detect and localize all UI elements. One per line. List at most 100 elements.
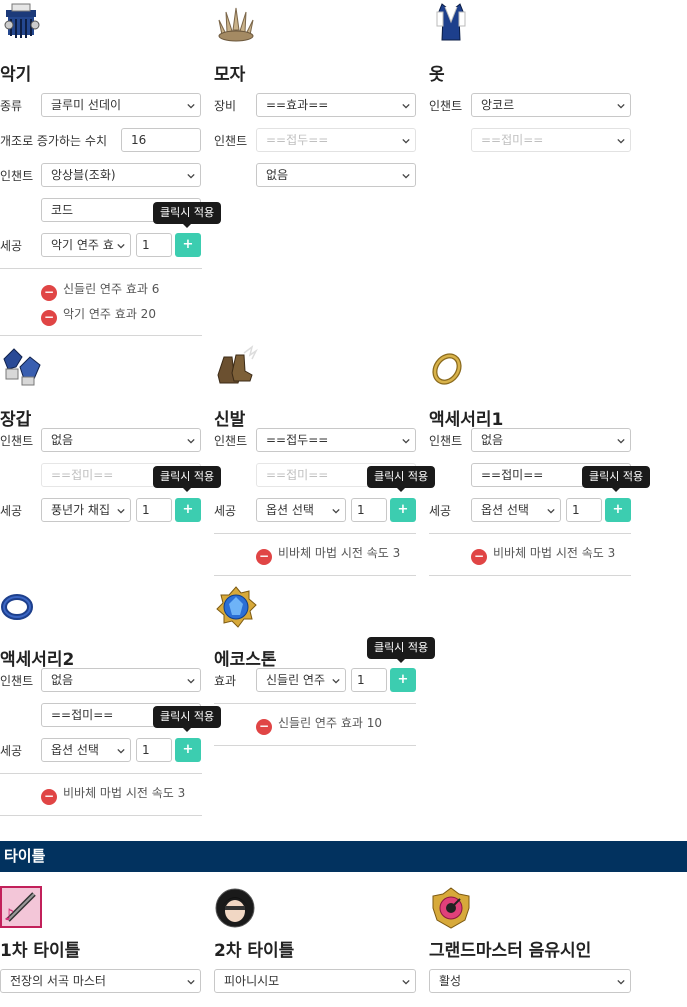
effect-item: − 신들린 연주 효과 6 <box>41 280 159 301</box>
apply-tooltip: 클릭시 적용 <box>582 466 651 492</box>
accessory2-craft-label: 세공 <box>0 744 23 758</box>
hat-enchant-select[interactable]: ==접두== <box>256 128 416 152</box>
apply-tooltip: 클릭시 적용 <box>153 466 222 492</box>
first-title-select[interactable]: 전장의 서곡 마스터 <box>0 969 201 993</box>
remove-effect-button[interactable]: − <box>41 310 57 326</box>
gloves-enchant-select[interactable]: 없음 <box>41 428 201 452</box>
instrument-craft-label: 세공 <box>0 239 23 253</box>
accessory2-enchant-select[interactable]: 없음 <box>41 668 201 692</box>
gloves-craft-value: 풍년가 채집 <box>51 503 111 517</box>
remove-effect-button[interactable]: − <box>256 719 272 735</box>
clothes-title: 옷 <box>429 65 445 85</box>
instrument-enchant-label: 인챈트 <box>0 169 34 183</box>
effect-item: − 악기 연주 효과 20 <box>41 305 156 326</box>
accessory1-add-button[interactable]: + <box>605 498 631 522</box>
chevron-down-icon <box>187 102 195 110</box>
divider <box>214 745 416 746</box>
grandmaster-medal-icon <box>429 886 473 930</box>
second-title-select[interactable]: 피아니시모 <box>214 969 416 993</box>
hat-extra-select[interactable]: 없음 <box>256 163 416 187</box>
accessory1-slot: 액세서리1 인챈트 없음 ==접미== 클릭시 적용 세공 옵션 선택 1 + … <box>429 345 651 580</box>
instrument-type-label: 종류 <box>0 99 23 113</box>
effect-text: 비바체 마법 시전 속도 3 <box>493 546 616 560</box>
divider <box>214 575 416 576</box>
titles-section-header: 타이틀 <box>0 841 687 872</box>
accessory2-add-button[interactable]: + <box>175 738 201 762</box>
chevron-down-icon <box>402 102 410 110</box>
divider <box>214 703 416 704</box>
gloves-craft-qty[interactable]: 1 <box>136 498 172 522</box>
first-title-label: 1차 타이틀 <box>0 941 81 961</box>
shoes-craft-qty[interactable]: 1 <box>351 498 387 522</box>
shoes-slot: 신발 인챈트 ==접두== ==접미== 클릭시 적용 세공 옵션 선택 1 +… <box>214 345 436 580</box>
title-badge-icon: ♪ <box>0 886 44 930</box>
remove-effect-button[interactable]: − <box>471 549 487 565</box>
accessory2-craft-value: 옵션 선택 <box>51 743 99 757</box>
instrument-craft-qty[interactable]: 1 <box>136 233 172 257</box>
character-portrait-icon <box>214 886 258 930</box>
instrument-type-select[interactable]: 글루미 선데이 <box>41 93 201 117</box>
echostone-slot: 에코스톤 클릭시 적용 효과 신들린 연주 1 + − 신들린 연주 효과 10 <box>214 585 436 750</box>
gloves-add-button[interactable]: + <box>175 498 201 522</box>
echostone-title: 에코스톤 <box>214 650 277 670</box>
gloves-craft-select[interactable]: 풍년가 채집 <box>41 498 131 522</box>
gloves-slot: 장갑 인챈트 없음 ==접미== 클릭시 적용 세공 풍년가 채집 1 + <box>0 345 222 545</box>
echostone-effect-select[interactable]: 신들린 연주 <box>256 668 346 692</box>
hat-enchant-value: ==접두== <box>266 133 329 147</box>
apply-tooltip: 클릭시 적용 <box>367 466 436 492</box>
remove-effect-button[interactable]: − <box>41 789 57 805</box>
accessory1-craft-qty[interactable]: 1 <box>566 498 602 522</box>
effect-text: 신들린 연주 효과 10 <box>278 716 382 730</box>
shoes-icon <box>214 345 258 389</box>
chevron-down-icon <box>332 507 340 515</box>
remove-effect-button[interactable]: − <box>256 549 272 565</box>
gloves-enchant-value: 없음 <box>51 433 74 447</box>
shoes-enchant-select[interactable]: ==접두== <box>256 428 416 452</box>
effect-text: 비바체 마법 시전 속도 3 <box>278 546 401 560</box>
clothes-suffix-select[interactable]: ==접미== <box>471 128 631 152</box>
grandmaster-select[interactable]: 활성 <box>429 969 631 993</box>
accessory1-craft-label: 세공 <box>429 504 452 518</box>
gloves-craft-label: 세공 <box>0 504 23 518</box>
hat-gear-select[interactable]: ==효과== <box>256 93 416 117</box>
effect-text: 악기 연주 효과 20 <box>63 307 156 321</box>
chevron-down-icon <box>617 978 625 986</box>
echostone-add-button[interactable]: + <box>390 668 416 692</box>
shoes-craft-label: 세공 <box>214 504 237 518</box>
accessory1-craft-value: 옵션 선택 <box>481 503 529 517</box>
shoes-add-button[interactable]: + <box>390 498 416 522</box>
instrument-mod-input[interactable]: 16 <box>121 128 201 152</box>
accessory1-enchant-select[interactable]: 없음 <box>471 428 631 452</box>
clothes-enchant-label: 인챈트 <box>429 99 463 113</box>
divider <box>214 533 416 534</box>
remove-effect-button[interactable]: − <box>41 285 57 301</box>
ring-icon <box>429 345 473 389</box>
chevron-down-icon <box>117 747 125 755</box>
clothes-enchant-value: 앙코르 <box>481 98 515 112</box>
chevron-down-icon <box>117 507 125 515</box>
chevron-down-icon <box>617 437 625 445</box>
echostone-effect-value: 신들린 연주 <box>266 673 326 687</box>
hat-gear-value: ==효과== <box>266 98 329 112</box>
chevron-down-icon <box>617 102 625 110</box>
instrument-add-button[interactable]: + <box>175 233 201 257</box>
instrument-type-value: 글루미 선데이 <box>51 98 122 112</box>
instrument-craft-select[interactable]: 악기 연주 효 <box>41 233 131 257</box>
instrument-title: 악기 <box>0 65 32 85</box>
accessory1-craft-select[interactable]: 옵션 선택 <box>471 498 561 522</box>
instrument-enchant-value: 앙상블(조화) <box>51 168 116 182</box>
instrument-enchant-select[interactable]: 앙상블(조화) <box>41 163 201 187</box>
crown-icon <box>214 0 258 44</box>
effect-text: 비바체 마법 시전 속도 3 <box>63 786 186 800</box>
echostone-effect-qty[interactable]: 1 <box>351 668 387 692</box>
accessory2-craft-select[interactable]: 옵션 선택 <box>41 738 131 762</box>
accessory2-craft-qty[interactable]: 1 <box>136 738 172 762</box>
apply-tooltip: 클릭시 적용 <box>153 706 222 732</box>
hat-gear-label: 장비 <box>214 99 237 113</box>
chevron-down-icon <box>402 437 410 445</box>
shoes-craft-select[interactable]: 옵션 선택 <box>256 498 346 522</box>
divider <box>0 815 202 816</box>
chevron-down-icon <box>332 677 340 685</box>
clothes-enchant-select[interactable]: 앙코르 <box>471 93 631 117</box>
apply-tooltip: 클릭시 적용 <box>153 202 222 228</box>
